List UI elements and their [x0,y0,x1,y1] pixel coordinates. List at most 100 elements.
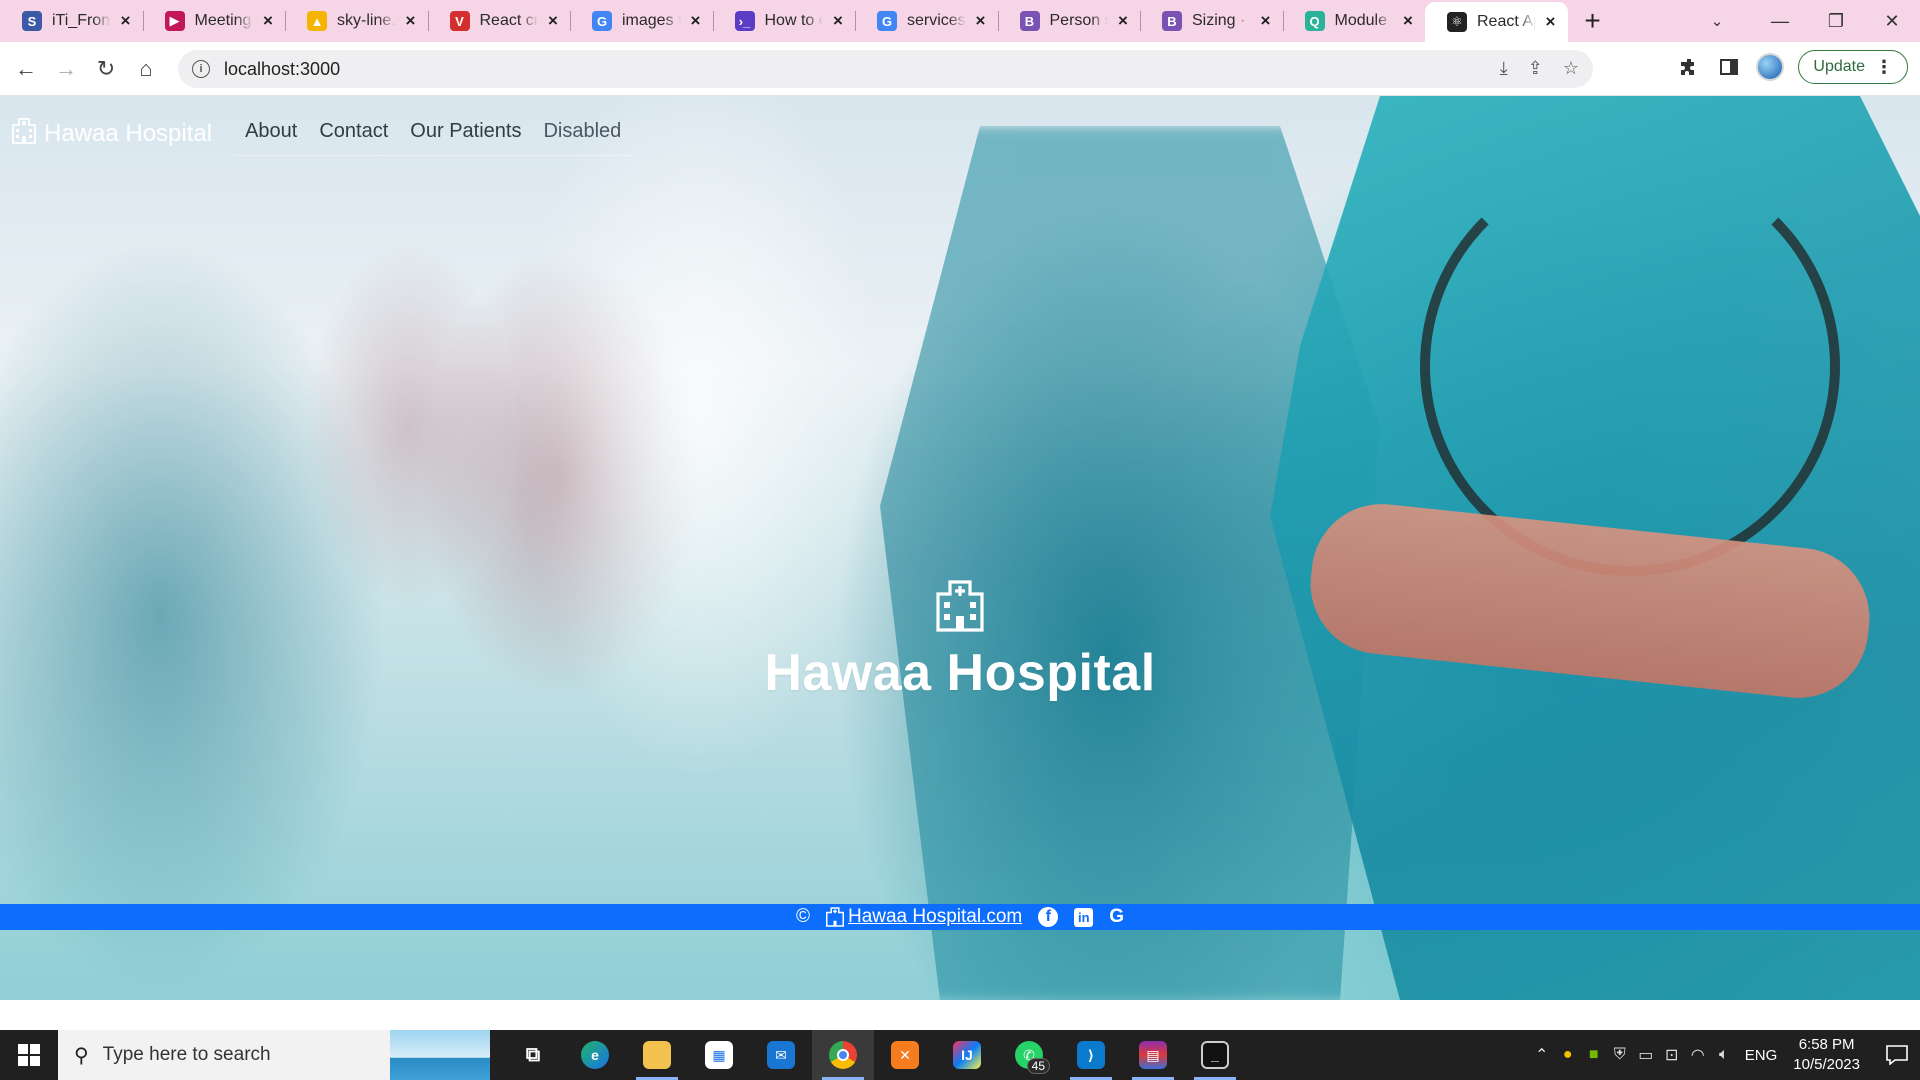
update-button[interactable]: Update ⋮ [1798,50,1908,84]
close-tab-icon[interactable]: × [117,12,135,30]
close-window-button[interactable]: ✕ [1864,0,1920,42]
install-icon[interactable]: ⤓ [1500,58,1508,79]
tab-title[interactable]: React Ap [1477,13,1536,31]
close-tab-icon[interactable]: × [687,12,705,30]
security-shield-icon[interactable]: ⛨ [1607,1046,1633,1064]
notification-icon [1886,1045,1908,1065]
browser-tab[interactable]: ⚛ React Ap × [1425,2,1568,42]
forward-button[interactable]: → [46,49,86,89]
footer-site-link[interactable]: Hawaa Hospital.com [825,906,1022,928]
chevron-up-icon[interactable]: ⌃ [1529,1045,1555,1065]
browser-tab[interactable]: B Sizing · B × [1140,0,1283,42]
close-tab-icon[interactable]: × [544,12,562,30]
store-app[interactable]: ▦ [688,1030,750,1080]
close-tab-icon[interactable]: × [1399,12,1417,30]
close-tab-icon[interactable]: × [402,12,420,30]
hospital-icon [934,580,986,637]
nav-link-our-patients[interactable]: Our Patients [399,112,532,151]
app-tray-icon[interactable]: ● [1555,1046,1581,1064]
xampp-app[interactable]: ✕ [874,1030,936,1080]
close-tab-icon[interactable]: × [972,12,990,30]
url-text[interactable]: localhost:3000 [224,59,340,80]
browser-tab[interactable]: Gservices × [855,0,998,42]
language-indicator[interactable]: ENG [1745,1047,1778,1064]
close-tab-icon[interactable]: × [829,12,847,30]
close-tab-icon[interactable]: × [1114,12,1132,30]
side-panel-icon[interactable] [1716,54,1742,80]
nav-link-contact[interactable]: Contact [308,112,399,151]
vscode-app[interactable]: ⟩ [1060,1030,1122,1080]
device-icon[interactable]: ⊡ [1659,1045,1685,1065]
minimize-button[interactable]: — [1752,0,1808,42]
start-button[interactable] [0,1030,58,1080]
page-navbar: Hawaa Hospital About Contact Our Patients D… [0,96,1920,172]
folder-icon [643,1041,671,1069]
tab-title[interactable]: React cre [480,12,539,30]
google-icon[interactable]: G [1109,906,1124,928]
browser-tab[interactable]: ▲ sky-line.z × [285,0,428,42]
extensions-icon[interactable] [1676,54,1702,80]
address-bar[interactable]: i localhost:3000 ⤓ ⇪ ☆ [178,50,1593,88]
restore-button[interactable]: ❐ [1808,0,1864,42]
close-tab-icon[interactable]: × [1257,12,1275,30]
brand-text[interactable]: Hawaa Hospital [44,120,212,148]
footer-link-text[interactable]: Hawaa Hospital.com [848,906,1022,928]
volume-icon[interactable]: 🔈︎ [1711,1046,1737,1064]
close-tab-icon[interactable]: × [1542,13,1560,31]
navbar-brand[interactable]: Hawaa Hospital [12,117,212,151]
whatsapp-app[interactable]: ✆ 45 [998,1030,1060,1080]
tab-title[interactable]: images f [622,12,681,30]
windows-taskbar: ⚲ Type here to search ⧉ e ▦ ✉ ✕ IJ ✆ 45 … [0,1030,1920,1080]
tab-title[interactable]: Module [1335,12,1394,30]
terminal-app[interactable]: _ [1184,1030,1246,1080]
intellij-app[interactable]: IJ [936,1030,998,1080]
mail-app[interactable]: ✉ [750,1030,812,1080]
notification-center-button[interactable] [1874,1030,1920,1080]
xampp-icon: ✕ [891,1041,919,1069]
nav-link-about[interactable]: About [234,112,308,151]
tab-title[interactable]: iTi_Front [52,12,111,30]
taskbar-search-placeholder[interactable]: Type here to search [103,1044,271,1066]
task-view-button[interactable]: ⧉ [502,1030,564,1080]
page-footer: © Hawaa Hospital.com f in G [0,904,1920,930]
clock[interactable]: 6:58 PM 10/5/2023 [1793,1035,1860,1075]
window-controls: — ❐ ✕ [1752,0,1920,42]
browser-tab[interactable]: B Person s × [997,0,1141,42]
linkedin-icon[interactable]: in [1074,907,1094,927]
tab-title[interactable]: Sizing · B [1192,12,1251,30]
tab-title[interactable]: sky-line.z [337,12,396,30]
browser-tab[interactable]: ›_ How to c × [712,0,856,42]
reload-button[interactable]: ↻ [86,49,126,89]
back-button[interactable]: ← [6,49,46,89]
wifi-icon[interactable]: ◠ [1685,1045,1711,1065]
edge-icon: e [581,1041,609,1069]
winrar-app[interactable]: ▤ [1122,1030,1184,1080]
browser-tab[interactable]: SiTi_Front × [0,0,143,42]
home-button[interactable]: ⌂ [126,49,166,89]
site-info-icon[interactable]: i [192,60,210,78]
tab-search-icon[interactable]: ⌄ [1704,8,1730,34]
bookmark-star-icon[interactable]: ☆ [1563,58,1579,79]
taskbar-search[interactable]: ⚲ Type here to search [58,1030,490,1080]
profile-avatar[interactable] [1756,53,1785,81]
chrome-app[interactable] [812,1030,874,1080]
facebook-icon[interactable]: f [1038,907,1059,927]
browser-tab[interactable]: Gimages f × [570,0,713,42]
nvidia-icon[interactable]: ■ [1581,1046,1607,1064]
new-tab-button[interactable]: + [1572,0,1614,42]
browser-tab[interactable]: ▶ Meeting × [142,0,286,42]
battery-icon[interactable]: ▭ [1633,1045,1659,1065]
edge-app[interactable]: e [564,1030,626,1080]
whatsapp-badge: 45 [1026,1058,1050,1074]
tab-title[interactable]: How to c [765,12,824,30]
tab-title[interactable]: Person s [1050,12,1109,30]
tab-title[interactable]: services [907,12,966,30]
browser-tab[interactable]: V React cre × [427,0,571,42]
more-menu-icon[interactable]: ⋮ [1875,57,1893,78]
tab-title[interactable]: Meeting [195,12,254,30]
file-explorer-app[interactable] [626,1030,688,1080]
browser-tab[interactable]: Q Module × [1282,0,1426,42]
close-tab-icon[interactable]: × [259,12,277,30]
terminal-icon: _ [1201,1041,1229,1069]
share-icon[interactable]: ⇪ [1528,58,1543,79]
